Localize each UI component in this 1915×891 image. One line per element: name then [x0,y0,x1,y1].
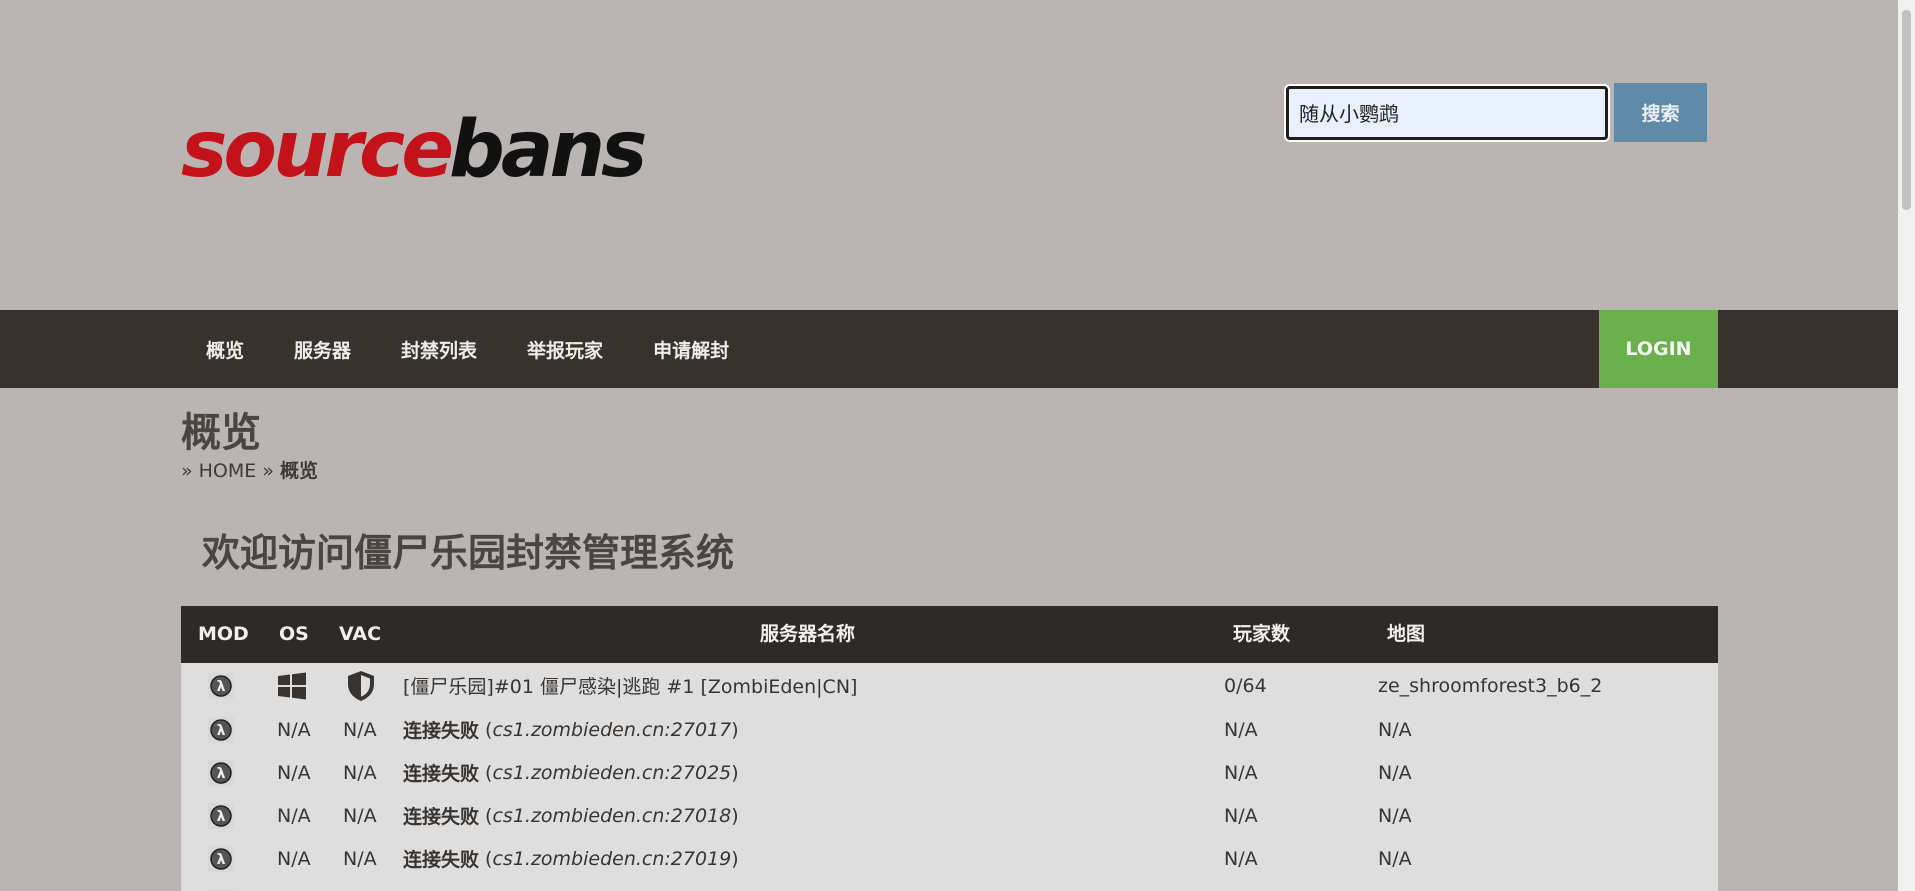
half-life-icon: λ [208,716,234,743]
mod-cell: λ [208,751,234,794]
mod-cell: λ [208,663,234,708]
os-cell: N/A [277,847,311,870]
map-cell: N/A [1378,718,1412,741]
column-header-vac: VAC [339,623,382,645]
connection-failed-label: 连接失败 [403,720,480,742]
column-header-os: OS [279,623,309,645]
svg-text:λ: λ [217,852,226,868]
os-cell: N/A [277,718,311,741]
server-address: cs1.zombieden.cn:27019 [492,847,732,870]
breadcrumb-home-link[interactable]: HOME [199,460,257,482]
breadcrumb-separator: » [181,460,193,482]
table-row[interactable]: λ [僵尸乐园]#01 僵尸感染|逃跑 #1 [ZombiEden|CN] 0/… [181,663,1718,708]
server-name-cell[interactable]: 连接失败 (cs1.zombieden.cn:27017) [403,708,739,751]
nav-item-appeal[interactable]: 申请解封 [628,336,754,363]
nav-item-servers[interactable]: 服务器 [269,336,376,363]
half-life-icon: λ [208,802,234,829]
vac-cell: N/A [343,847,377,870]
connection-failed-label: 连接失败 [403,763,480,785]
column-header-map: 地图 [1387,623,1426,645]
players-cell: N/A [1224,804,1258,827]
search-form: 搜索 [1286,83,1707,142]
server-address: cs1.zombieden.cn:27018 [492,804,732,827]
page-scrollbar[interactable] [1898,0,1915,891]
players-cell: N/A [1224,847,1258,870]
table-row[interactable]: λ N/A N/A 连接失败 (cs1.zombieden.cn:27017) … [181,708,1718,751]
table-body: λ [僵尸乐园]#01 僵尸感染|逃跑 #1 [ZombiEden|CN] 0/… [181,663,1718,891]
table-row[interactable]: λ [181,880,1718,891]
login-button[interactable]: LOGIN [1599,310,1718,388]
search-button[interactable]: 搜索 [1614,83,1707,142]
mod-cell: λ [208,880,234,891]
map-cell: N/A [1378,847,1412,870]
svg-text:λ: λ [217,679,226,695]
connection-failed-label: 连接失败 [403,849,480,871]
half-life-icon: λ [208,759,234,786]
os-cell [277,663,307,708]
half-life-icon: λ [208,845,234,872]
table-row[interactable]: λ N/A N/A 连接失败 (cs1.zombieden.cn:27018) … [181,794,1718,837]
server-name-cell[interactable]: 连接失败 (cs1.zombieden.cn:27025) [403,751,739,794]
mod-cell: λ [208,708,234,751]
vac-cell [346,663,376,708]
vac-cell: N/A [343,804,377,827]
svg-text:λ: λ [217,766,226,782]
players-cell: N/A [1224,718,1258,741]
map-cell: N/A [1378,761,1412,784]
svg-text:λ: λ [217,723,226,739]
breadcrumb-current: 概览 [279,460,318,482]
table-row[interactable]: λ N/A N/A 连接失败 (cs1.zombieden.cn:27019) … [181,837,1718,880]
column-header-mod: MOD [198,623,249,645]
breadcrumb: » HOME » 概览 [181,456,318,483]
vac-cell: N/A [343,718,377,741]
table-row[interactable]: λ N/A N/A 连接失败 (cs1.zombieden.cn:27025) … [181,751,1718,794]
server-address: cs1.zombieden.cn:27025 [492,761,732,784]
server-table: MOD OS VAC 服务器名称 玩家数 地图 λ [僵尸乐园]#01 僵尸感染… [181,606,1718,891]
server-name-cell[interactable]: 连接失败 (cs1.zombieden.cn:27019) [403,837,739,880]
server-name-cell[interactable]: [僵尸乐园]#01 僵尸感染|逃跑 #1 [ZombiEden|CN] [403,663,857,708]
svg-text:λ: λ [217,809,226,825]
header: source bans 搜索 [0,0,1898,310]
page-title: 概览 [181,410,261,456]
nav-item-overview[interactable]: 概览 [181,336,269,363]
vac-cell: N/A [343,761,377,784]
map-cell: ze_shroomforest3_b6_2 [1378,674,1603,697]
column-header-players: 玩家数 [1233,623,1291,645]
sourcebans-logo[interactable]: source bans [181,108,681,198]
windows-icon [278,672,306,699]
main-nav: 概览 服务器 封禁列表 举报玩家 申请解封 LOGIN [0,310,1898,388]
table-header: MOD OS VAC 服务器名称 玩家数 地图 [181,606,1718,663]
mod-cell: λ [208,837,234,880]
os-cell: N/A [277,761,311,784]
mod-cell: λ [208,794,234,837]
server-name-cell[interactable]: 连接失败 (cs1.zombieden.cn:27018) [403,794,739,837]
server-address: cs1.zombieden.cn:27017 [492,718,732,741]
welcome-heading: 欢迎访问僵尸乐园封禁管理系统 [202,531,735,575]
os-cell: N/A [277,804,311,827]
breadcrumb-separator: » [262,460,274,482]
column-header-server-name: 服务器名称 [760,623,856,645]
map-cell: N/A [1378,804,1412,827]
svg-text:source: source [181,108,451,195]
svg-text:bans: bans [449,108,645,195]
players-cell: 0/64 [1224,674,1267,697]
connection-failed-label: 连接失败 [403,806,480,828]
half-life-icon: λ [208,672,234,699]
players-cell: N/A [1224,761,1258,784]
nav-item-report[interactable]: 举报玩家 [502,336,628,363]
shield-icon [348,670,374,701]
nav-item-banlist[interactable]: 封禁列表 [376,336,502,363]
search-input[interactable] [1286,85,1608,140]
scrollbar-thumb[interactable] [1902,10,1911,210]
